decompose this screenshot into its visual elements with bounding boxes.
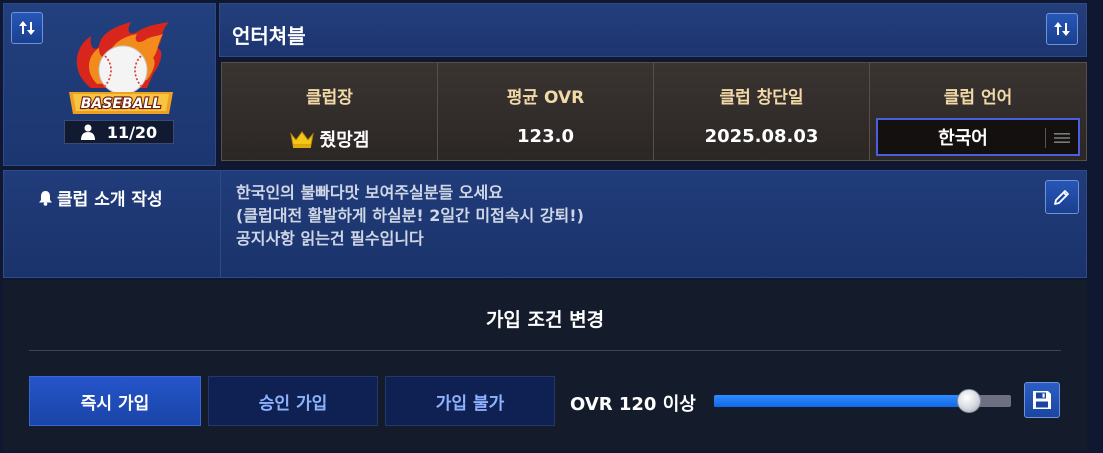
join-condition-panel: 가입 조건 변경 즉시 가입 승인 가입 가입 불가 OVR 120 이상 [3, 280, 1087, 450]
up-down-arrows-icon [1054, 22, 1070, 36]
up-down-arrows-icon [19, 21, 35, 35]
instant-join-button[interactable]: 즉시 가입 [29, 376, 201, 426]
member-count-badge: 11/20 [64, 120, 174, 144]
club-title-bar: 언터쳐블 [219, 3, 1087, 57]
founded-date: 2025.08.03 [704, 126, 819, 147]
intro-divider [220, 171, 221, 277]
swap-emblem-button[interactable] [11, 12, 43, 44]
avg-ovr-cell: 평균 OVR 123.0 [438, 63, 654, 160]
language-cell: 클럽 언어 한국어 [870, 63, 1086, 160]
language-select[interactable]: 한국어 [876, 118, 1080, 156]
select-divider [1045, 128, 1046, 148]
leader-cell: 클럽장 줬망겜 [222, 63, 438, 160]
member-count: 11/20 [106, 122, 158, 142]
edit-intro-button[interactable] [1045, 180, 1079, 214]
club-name: 언터쳐블 [232, 24, 306, 48]
founded-cell: 클럽 창단일 2025.08.03 [654, 63, 870, 160]
crown-icon [289, 131, 314, 148]
approval-join-button[interactable]: 승인 가입 [208, 376, 378, 426]
save-icon [1033, 391, 1051, 409]
ovr-slider[interactable] [714, 389, 1011, 413]
emblem-logo-text: BASEBALL [81, 96, 162, 112]
join-condition-title: 가입 조건 변경 [485, 309, 605, 331]
founded-label: 클럽 창단일 [719, 88, 804, 108]
save-button[interactable] [1024, 382, 1060, 418]
avg-ovr-label: 평균 OVR [506, 88, 585, 108]
pencil-icon [1054, 190, 1069, 205]
menu-icon [1054, 133, 1070, 143]
swap-club-button[interactable] [1046, 13, 1078, 45]
intro-label-text: 클럽 소개 작성 [57, 190, 163, 210]
bell-icon [39, 190, 52, 206]
intro-line: 공지사항 읽는건 필수입니다 [236, 229, 424, 248]
language-label: 클럽 언어 [943, 88, 1013, 108]
club-info-screen: BASEBALL 11/20 언터쳐블 클럽장 줬망겜 평균 OVR 123.0… [0, 0, 1103, 453]
ovr-requirement-label: OVR 120 이상 [570, 394, 696, 415]
leader-value-row: 줬망겜 [289, 126, 370, 152]
club-info-table: 클럽장 줬망겜 평균 OVR 123.0 클럽 창단일 2025.08.03 클… [221, 62, 1087, 161]
club-emblem-panel: BASEBALL 11/20 [3, 3, 216, 166]
ovr-slider-fill [714, 395, 969, 407]
intro-line: 한국인의 불빠다맛 보여주실분들 오세요 [236, 183, 503, 202]
leader-label: 클럽장 [306, 88, 353, 108]
join-closed-button[interactable]: 가입 불가 [385, 376, 555, 426]
club-intro-panel: 클럽 소개 작성 한국인의 불빠다맛 보여주실분들 오세요 (클럽대전 활발하게… [3, 170, 1087, 278]
join-condition-divider [29, 350, 1061, 351]
intro-label: 클럽 소개 작성 [38, 185, 163, 210]
baseball-emblem-logo: BASEBALL [69, 22, 173, 114]
intro-text: 한국인의 불빠다맛 보여주실분들 오세요 (클럽대전 활발하게 하실분! 2일간… [236, 181, 1016, 250]
leader-name: 줬망겜 [319, 130, 370, 151]
ovr-slider-thumb[interactable] [957, 389, 981, 413]
intro-line: (클럽대전 활발하게 하실분! 2일간 미접속시 강퇴!) [236, 206, 584, 225]
language-value: 한국어 [938, 128, 988, 149]
avg-ovr-value: 123.0 [517, 126, 574, 147]
person-icon [80, 124, 95, 140]
